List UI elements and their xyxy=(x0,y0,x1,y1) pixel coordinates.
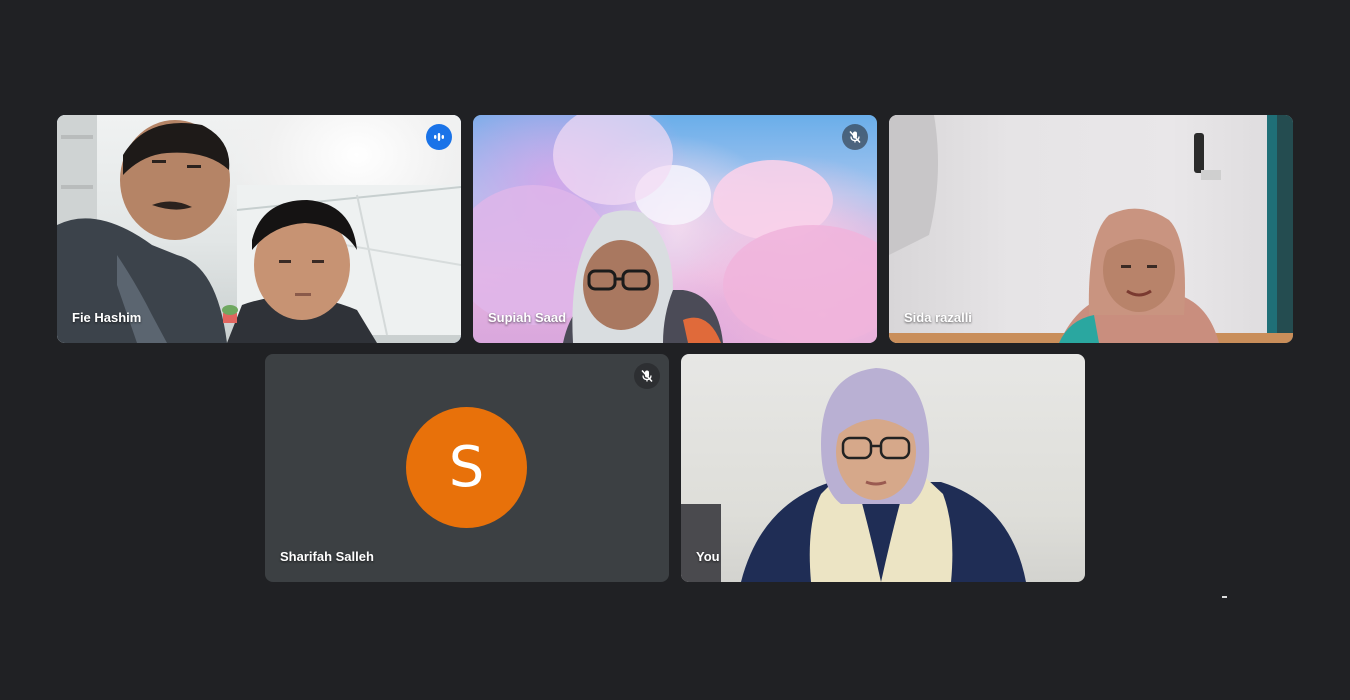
avatar: S xyxy=(406,407,527,528)
participant-video xyxy=(473,115,877,343)
participant-name: You xyxy=(696,549,720,564)
participant-tile-sharifah-salleh[interactable]: S Sharifah Salleh xyxy=(265,354,669,582)
participant-name: Supiah Saad xyxy=(488,310,567,325)
mic-off-icon xyxy=(842,124,868,150)
participant-name: Sharifah Salleh xyxy=(280,549,374,564)
meeting-grid: Fie Hashim Supiah Saad Sida razalli S Sh… xyxy=(0,0,1350,700)
participant-video xyxy=(57,115,461,343)
audio-level-icon xyxy=(426,124,452,150)
participant-tile-supiah-saad[interactable]: Supiah Saad xyxy=(473,115,877,343)
participant-tile-sida-razalli[interactable]: Sida razalli xyxy=(889,115,1293,343)
participant-tile-self[interactable]: You xyxy=(681,354,1085,582)
participant-tile-fie-hashim[interactable]: Fie Hashim xyxy=(57,115,461,343)
avatar-initial: S xyxy=(448,435,485,500)
mic-off-icon xyxy=(634,363,660,389)
participant-name: Sida razalli xyxy=(904,310,972,325)
participant-name: Fie Hashim xyxy=(72,310,142,325)
cursor-mark xyxy=(1222,596,1227,598)
participant-video xyxy=(681,354,1085,582)
participant-video xyxy=(889,115,1293,343)
